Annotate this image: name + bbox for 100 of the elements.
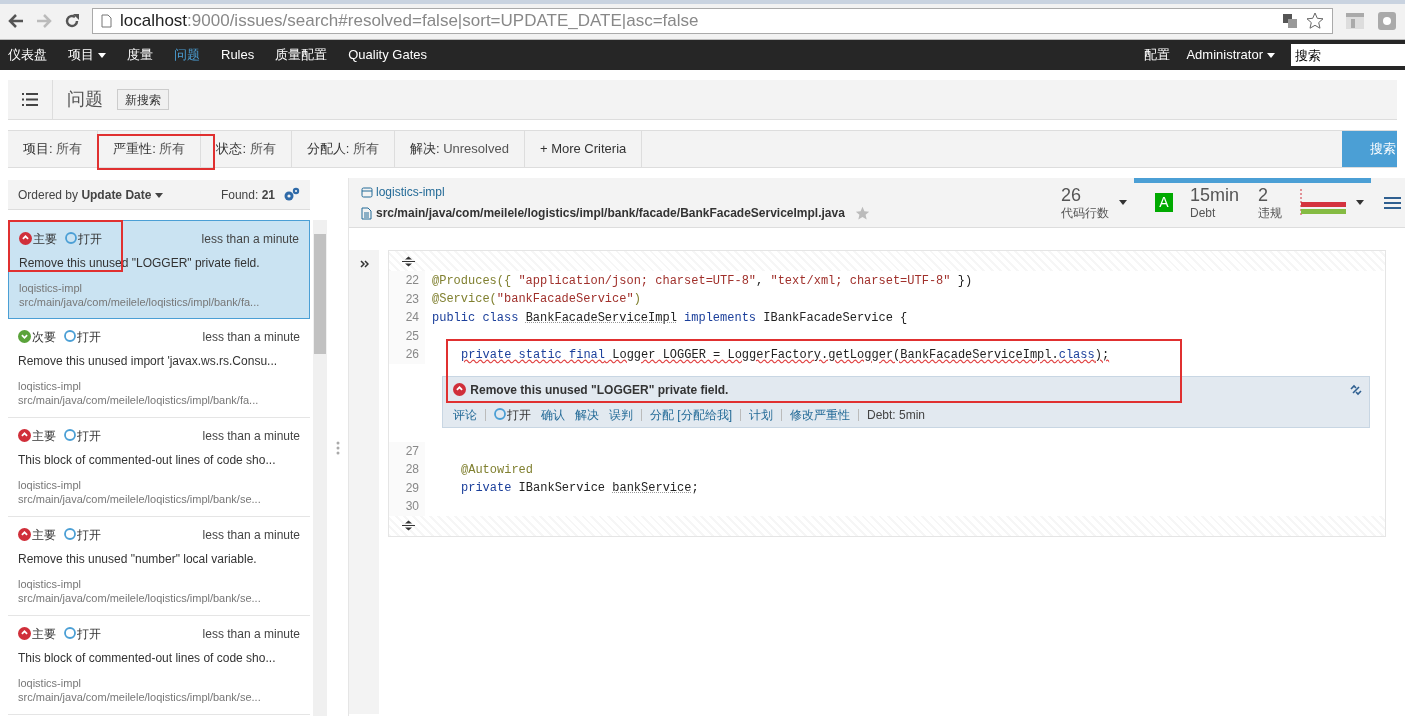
status-label: 打开	[65, 230, 102, 248]
menu-icon[interactable]	[1384, 196, 1401, 209]
line-number: 28	[389, 460, 425, 479]
unlink-icon[interactable]	[1349, 382, 1363, 397]
issue-time: less than a minute	[202, 428, 300, 445]
code-line: private static final Logger LOGGER = LoggerFactory.getLogger(BankFacadeServiceImpl.class);	[461, 346, 1110, 364]
status-icon	[64, 429, 76, 441]
page-icon	[101, 14, 112, 28]
code-line: @Service("bankFacadeService")	[432, 291, 641, 308]
severity-label: 次要	[18, 328, 56, 346]
issue-item[interactable]: 主要 打开 less than a minute This block of commented-out lines of code sho... loqistics-impl src/main/java/com/meilele/loqistics/impl/bank/se...	[8, 418, 310, 517]
file-path: src/main/java/com/meilele/loqistics/impl/bank/fa...	[18, 393, 260, 407]
file-path: src/main/java/com/meilele/loqistics/impl/bank/fa...	[19, 295, 261, 309]
filter-button[interactable]: 项目: 所有	[8, 131, 99, 167]
severity-label: 主要	[18, 427, 56, 445]
issue-item[interactable]: 主要 打开 less than a minute This block of commented-out lines of code sho... loqistics-impl src/main/java/com/meilele/loqistics/impl/bank/se...	[8, 616, 310, 715]
action-link[interactable]: 修改严重性	[790, 405, 850, 424]
expand-icon[interactable]	[359, 260, 369, 268]
severity-icon	[453, 382, 466, 396]
issue-message: Remove this unused "LOGGER" private field.	[453, 380, 729, 399]
nav-link[interactable]: Administrator	[1186, 45, 1275, 65]
component-name: loqistics-impl	[18, 478, 82, 492]
page-title: 问题	[67, 88, 103, 111]
nav-link[interactable]: 仪表盘	[8, 45, 47, 65]
severity-icon	[19, 232, 32, 245]
status-icon	[65, 232, 77, 244]
severity-icon	[18, 528, 31, 541]
metric-label: 代码行数	[1061, 206, 1110, 222]
file-path: src/main/java/com/meilele/loqistics/impl/bank/se...	[18, 591, 262, 605]
rating-badge: A	[1155, 193, 1173, 212]
severity-icon	[18, 429, 31, 442]
found-count: Found: 21	[220, 186, 275, 204]
status-label[interactable]: 打开	[494, 405, 531, 424]
expand-lines-icon[interactable]	[402, 520, 415, 532]
issue-message: This block of commented-out lines of code sho...	[18, 452, 277, 469]
nav-link[interactable]: Rules	[221, 45, 255, 65]
filter-button[interactable]: 解决: Unresolved	[394, 131, 525, 167]
filter-button[interactable]: 严重性: 所有	[98, 131, 202, 167]
line-number: 26	[389, 345, 425, 364]
list-icon[interactable]	[22, 93, 38, 106]
action-link[interactable]: 分配 [分配给我]	[650, 405, 732, 424]
component-name: loqistics-impl	[18, 577, 82, 591]
expand-lines-icon[interactable]	[402, 255, 415, 267]
severity-label: 主要	[19, 230, 57, 248]
component-name: loqistics-impl	[19, 281, 83, 295]
more-criteria-button[interactable]: + More Criteria	[524, 131, 643, 167]
file-path: src/main/java/com/meilele/logistics/impl/bank/facade/BankFacadeServiceImpl.java	[376, 205, 845, 222]
issue-item[interactable]: 主要 打开 less than a minute Remove this unused "number" local variable. loqistics-impl src/main/java/com/meilele/loqistics/impl/bank/se...	[8, 517, 310, 616]
issue-message: Remove this unused import 'javax.ws.rs.Consu...	[18, 353, 279, 370]
issue-time: less than a minute	[202, 527, 300, 544]
status-label: 打开	[64, 625, 101, 643]
caret-icon[interactable]	[1356, 200, 1364, 205]
back-icon[interactable]	[8, 14, 24, 28]
nav-link[interactable]: 问题	[174, 45, 200, 65]
metric-value: 15min	[1190, 183, 1241, 207]
translate-icon[interactable]	[1282, 13, 1298, 29]
metric-label: 违规	[1258, 206, 1283, 222]
status-icon	[64, 330, 76, 342]
reload-icon[interactable]	[64, 13, 80, 29]
status-icon	[64, 528, 76, 540]
resize-handle-icon[interactable]	[335, 441, 340, 455]
scrollbar[interactable]	[313, 220, 327, 716]
address-bar[interactable]: localhost:9000/issues/search#resolved=false|sort=UPDATE_DATE|asc=false	[92, 8, 1333, 34]
star-icon[interactable]	[854, 205, 870, 221]
code-line: @Autowired	[461, 461, 533, 479]
filter-button[interactable]: 分配人: 所有	[291, 131, 395, 167]
issues-bar-drawing	[1300, 188, 1346, 217]
severity-label: 主要	[18, 625, 56, 643]
filter-button[interactable]: 状态: 所有	[201, 131, 292, 167]
status-label: 打开	[64, 526, 101, 544]
action-link[interactable]: 解决	[575, 405, 599, 424]
nav-link[interactable]: 项目	[68, 45, 106, 65]
metric-value: 2	[1258, 183, 1269, 207]
caret-icon[interactable]	[1119, 200, 1127, 205]
url-text: localhost:9000/issues/search#resolved=false|sort=UPDATE_DATE|asc=false	[120, 10, 700, 33]
action-link[interactable]: 误判	[609, 405, 633, 424]
severity-icon	[18, 330, 31, 343]
metric-label: Debt	[1190, 206, 1217, 222]
component-name: loqistics-impl	[18, 676, 82, 690]
nav-link[interactable]: 度量	[127, 45, 153, 65]
action-link[interactable]: 计划	[749, 405, 773, 424]
new-search-button[interactable]: 新搜索	[117, 89, 169, 110]
caret-icon	[155, 192, 164, 198]
status-label: 打开	[64, 427, 101, 445]
severity-icon	[18, 627, 31, 640]
nav-link[interactable]: Quality Gates	[348, 45, 427, 65]
star-icon[interactable]	[1306, 12, 1324, 30]
issue-item[interactable]: 次要 打开 less than a minute Remove this unused import 'javax.ws.rs.Consu... loqistics-impl src/main/java/com/meilele/loqistics/impl/bank/fa...	[8, 319, 310, 418]
status-icon	[494, 407, 506, 420]
nav-link[interactable]: 配置	[1144, 45, 1171, 65]
sort-button[interactable]: Ordered by Update Date	[18, 185, 164, 204]
caret-icon	[98, 53, 106, 59]
project-link[interactable]: logistics-impl	[361, 183, 870, 201]
nav-link[interactable]: 质量配置	[275, 45, 328, 65]
search-field[interactable]: 搜索	[1291, 44, 1405, 66]
line-number: 30	[389, 497, 425, 516]
code-line: @Produces({ "application/json; charset=UTF-8", "text/xml; charset=UTF-8" })	[432, 272, 973, 290]
action-link[interactable]: 评论	[453, 405, 477, 424]
gear-icon[interactable]	[283, 186, 300, 203]
action-link[interactable]: 确认	[541, 405, 565, 424]
